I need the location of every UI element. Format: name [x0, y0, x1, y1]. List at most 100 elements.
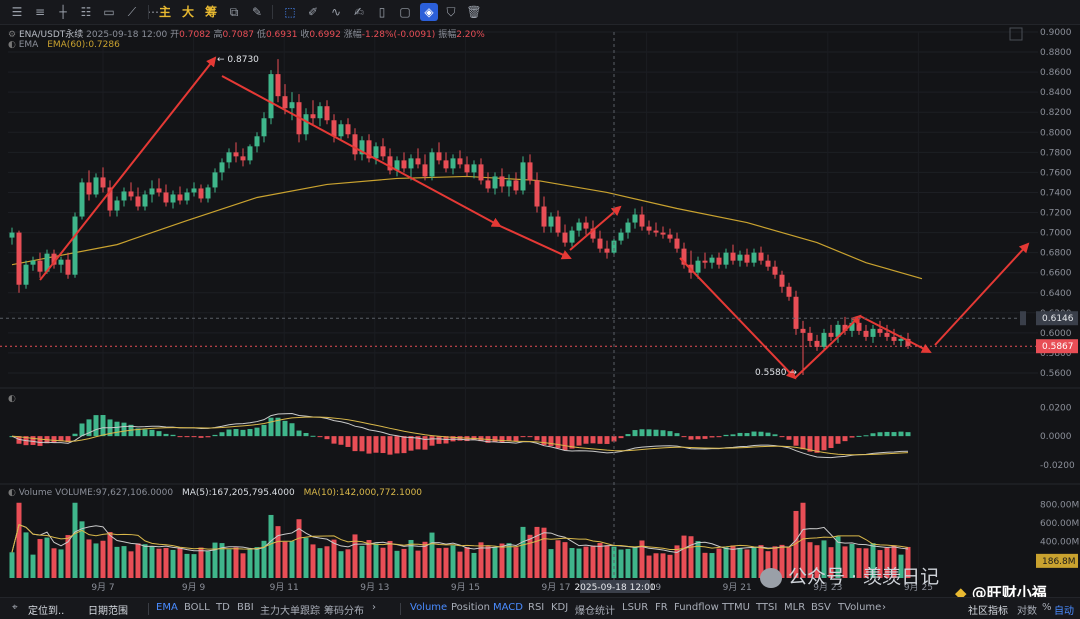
volume-bar	[506, 543, 512, 578]
macd-histogram-bar	[247, 428, 253, 437]
eye-icon[interactable]: ◐	[8, 488, 19, 498]
chevron-right-icon[interactable]: ›	[372, 602, 376, 613]
indicator-chip-button[interactable]: 筹	[202, 3, 220, 21]
candle-body	[597, 238, 603, 249]
candle	[716, 252, 722, 269]
sub-indicator-fundflow[interactable]: Fundflow	[674, 602, 719, 613]
main-indicator-main-force[interactable]: 主力大单跟踪	[260, 602, 320, 617]
price-tick-label: 0.6000	[1040, 329, 1072, 339]
candle	[492, 172, 498, 195]
settings-icon[interactable]: ⚙	[8, 30, 19, 40]
sub-indicator-ttmu[interactable]: TTMU	[722, 602, 750, 613]
trend-line-icon[interactable]: ⟋	[123, 3, 141, 21]
time-tick-label: 9月 7	[91, 582, 114, 593]
date-range-button[interactable]: 日期范围	[88, 602, 128, 617]
sub-indicator-macd[interactable]: MACD	[493, 602, 523, 613]
main-indicator-chip-dist[interactable]: 筹码分布	[324, 602, 364, 617]
locate-icon[interactable]: ⌖	[12, 602, 18, 613]
macd-histogram-bar	[758, 431, 764, 437]
indicator-main-button[interactable]: 主	[156, 3, 174, 21]
indicator-big-button[interactable]: 大	[179, 3, 197, 21]
macd-eye-icon[interactable]: ◐	[8, 394, 16, 404]
ma10-value: MA(10):142,000,772.1000	[303, 488, 423, 498]
volume-bar	[310, 544, 316, 578]
trash-icon[interactable]: 🗑	[465, 3, 483, 21]
volume-bar	[492, 547, 498, 578]
candle-body	[261, 118, 267, 137]
candle	[884, 324, 890, 341]
macd-tick-label: -0.0200	[1040, 461, 1075, 471]
macd-histogram-bar	[618, 436, 624, 439]
candle	[478, 158, 484, 185]
candle	[156, 178, 162, 197]
macd-histogram-bar	[877, 432, 883, 437]
sub-indicator-bsv[interactable]: BSV	[811, 602, 831, 613]
candle-body	[702, 260, 708, 263]
candle-body	[891, 336, 897, 341]
filter-icon[interactable]: ⛉	[442, 3, 460, 21]
ruler-icon[interactable]: ✐	[304, 3, 322, 21]
auto-scale-toggle[interactable]: 自动	[1054, 602, 1074, 617]
wechat-watermark: 公众号 · 羡羡日记	[760, 562, 939, 589]
locate-button[interactable]: 定位到..	[28, 602, 64, 617]
volume-bar	[387, 540, 393, 578]
volume-bar	[429, 532, 435, 578]
cursor-icon[interactable]: ⬚	[281, 3, 299, 21]
log-scale-toggle[interactable]: 对数	[1017, 602, 1037, 617]
main-indicator-td[interactable]: TD	[216, 602, 230, 613]
brush-icon[interactable]: ∿	[327, 3, 345, 21]
eye-icon[interactable]: ◐	[8, 40, 19, 50]
brush-alt-icon[interactable]: ✍	[350, 3, 368, 21]
chevron-right-icon[interactable]: ›	[882, 602, 886, 613]
magnet-active-icon[interactable]: ◈	[420, 3, 438, 21]
crosshair-price-label: 0.6146	[1042, 314, 1074, 324]
main-indicator-boll[interactable]: BOLL	[184, 602, 210, 613]
candle	[639, 206, 645, 231]
candle-body	[674, 238, 680, 249]
sub-indicator-position[interactable]: Position	[451, 602, 490, 613]
main-indicator-ema[interactable]: EMA	[156, 602, 178, 613]
clipboard-icon[interactable]: ▯	[373, 3, 391, 21]
sub-indicator-kdj[interactable]: KDJ	[551, 602, 568, 613]
lines-icon[interactable]: ☷	[77, 3, 95, 21]
sub-indicator-volume[interactable]: Volume	[410, 602, 447, 613]
crosshair-time-label: 2025-09-18 12:00	[574, 583, 655, 593]
text-box-icon[interactable]: ▢	[396, 3, 414, 21]
macd-histogram-bar	[37, 436, 43, 446]
candle	[548, 212, 554, 233]
crosshair-line-icon[interactable]: ┼	[54, 3, 72, 21]
macd-histogram-bar	[527, 436, 533, 438]
sliders-alt-icon[interactable]: ≡	[31, 3, 49, 21]
last-price-label: 0.5867	[1042, 342, 1074, 352]
sub-indicator-lsur[interactable]: LSUR	[622, 602, 648, 613]
sub-indicator-ttsi[interactable]: TTSI	[756, 602, 777, 613]
sub-indicator-fr[interactable]: FR	[655, 602, 668, 613]
sub-indicator-tvolume[interactable]: TVolume	[838, 602, 881, 613]
candle-body	[219, 162, 225, 173]
chart-canvas[interactable]: 0.9000 0.8800 0.8600 0.8400 0.8200 0.8000 0.78…	[0, 24, 1080, 597]
sub-indicator-mlr[interactable]: MLR	[784, 602, 805, 613]
macd-histogram-bar	[653, 429, 659, 437]
sliders-icon[interactable]: ☰	[8, 3, 26, 21]
copy-icon[interactable]: ⧉	[225, 3, 243, 21]
macd-histogram-bar	[184, 436, 190, 438]
rectangle-icon[interactable]: ▭	[100, 3, 118, 21]
sub-indicator-rsi[interactable]: RSI	[528, 602, 544, 613]
percent-scale-toggle[interactable]: %	[1042, 602, 1052, 613]
candle-body	[506, 180, 512, 187]
candle	[618, 228, 624, 245]
volume-bar	[422, 541, 428, 578]
volume-bar	[114, 546, 120, 578]
edit-icon[interactable]: ✎	[248, 3, 266, 21]
candle-body	[499, 176, 505, 187]
price-tick-label: 0.6400	[1040, 289, 1072, 299]
community-indicator-button[interactable]: 社区指标	[968, 602, 1008, 617]
volume-bar	[16, 502, 22, 578]
macd-histogram-bar	[359, 436, 365, 452]
macd-histogram-bar	[310, 435, 316, 437]
macd-histogram-bar	[646, 429, 652, 437]
candle-body	[800, 328, 806, 333]
volume-bar	[394, 550, 400, 578]
sub-indicator-liq[interactable]: 爆仓统计	[575, 602, 615, 617]
main-indicator-bbi[interactable]: BBI	[237, 602, 254, 613]
